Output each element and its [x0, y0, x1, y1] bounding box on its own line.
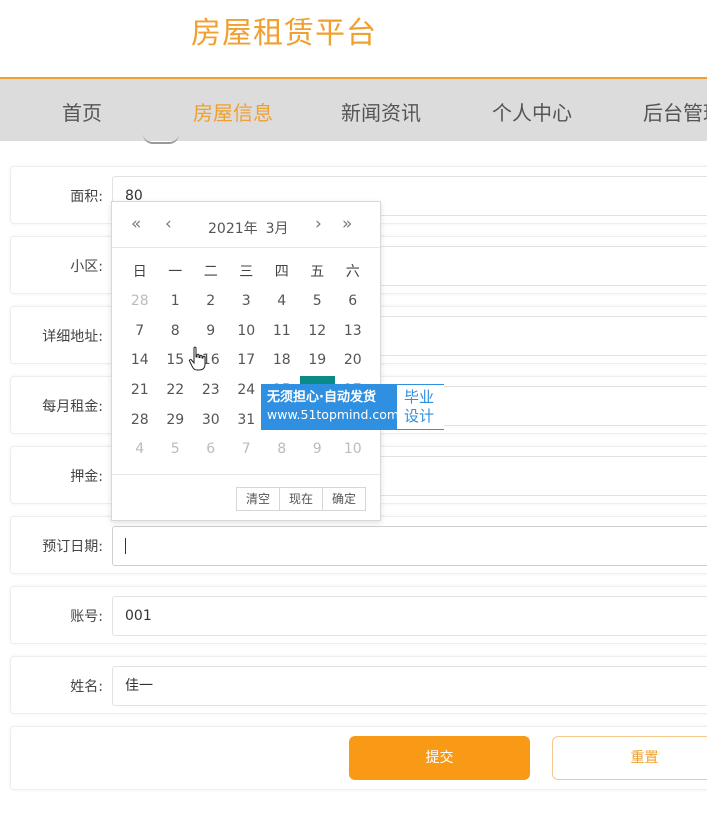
calendar-day[interactable]: 12	[300, 317, 336, 347]
calendar-day[interactable]: 24	[229, 376, 265, 406]
calendar-day[interactable]: 14	[122, 346, 158, 376]
calendar-day[interactable]: 5	[158, 435, 194, 465]
clear-button[interactable]: 清空	[236, 487, 280, 511]
calendar-day[interactable]: 7	[122, 317, 158, 347]
calendar-day[interactable]: 22	[158, 376, 194, 406]
watermark-line2: www.51topmind.com	[267, 407, 400, 422]
booking-date-input[interactable]	[112, 526, 707, 566]
nav-item-house-info[interactable]: 房屋信息	[193, 97, 273, 126]
address-label: 详细地址:	[42, 329, 103, 345]
monthly-rent-label: 每月租金:	[42, 399, 103, 415]
watermark-right-line1: 毕业	[404, 388, 435, 406]
next-year-button[interactable]: »	[342, 214, 352, 234]
reset-button[interactable]: 重置	[552, 736, 707, 780]
calendar-day[interactable]: 1	[158, 287, 194, 317]
site-title: 房屋租赁平台	[191, 16, 377, 51]
day-grid: 28 1 2 3 4 5 6 7 8 9 10 11 12 13 14 15 16 17 18 19 20 21 22 23 2…	[122, 287, 372, 465]
month-label[interactable]: 3月	[266, 221, 289, 237]
watermark-right-line2: 设计	[404, 407, 435, 425]
hand-cursor-icon	[188, 346, 206, 371]
calendar-day[interactable]: 21	[122, 376, 158, 406]
form-row-name: 姓名: 佳一	[10, 656, 707, 714]
calendar-day[interactable]: 10	[229, 317, 265, 347]
year-label[interactable]: 2021年	[208, 221, 258, 237]
calendar-day[interactable]: 7	[229, 435, 265, 465]
calendar-day[interactable]: 9	[300, 435, 336, 465]
year-month-label: 2021年 3月	[208, 218, 297, 238]
calendar-day[interactable]: 3	[229, 287, 265, 317]
main-nav: 首页 房屋信息 新闻资讯 个人中心 后台管理	[0, 77, 707, 141]
nav-item-news[interactable]: 新闻资讯	[341, 97, 421, 126]
calendar-day[interactable]: 8	[264, 435, 300, 465]
calendar-day[interactable]: 8	[158, 317, 194, 347]
date-picker-header: « ‹ 2021年 3月 › »	[112, 202, 380, 248]
area-label: 面积:	[70, 189, 103, 205]
calendar-day[interactable]: 10	[335, 435, 371, 465]
calendar-day[interactable]: 20	[335, 346, 371, 376]
calendar-day[interactable]: 19	[300, 346, 336, 376]
now-button[interactable]: 现在	[279, 487, 323, 511]
nav-item-home[interactable]: 首页	[62, 97, 102, 126]
calendar-day[interactable]: 6	[193, 435, 229, 465]
calendar-day[interactable]: 31	[229, 406, 265, 436]
weekday-header: 日一二三四五六	[122, 257, 372, 287]
calendar-day[interactable]: 29	[158, 406, 194, 436]
calendar-day[interactable]: 28	[122, 406, 158, 436]
account-label: 账号:	[70, 609, 103, 625]
weekday-label: 四	[274, 264, 289, 280]
weekday-label: 五	[310, 264, 325, 280]
calendar-day[interactable]: 30	[193, 406, 229, 436]
watermark-line1: 无须担心·自动发货	[267, 390, 376, 405]
calendar-day[interactable]: 28	[122, 287, 158, 317]
name-label: 姓名:	[70, 679, 103, 695]
calendar-day[interactable]: 2	[193, 287, 229, 317]
nav-item-user-center[interactable]: 个人中心	[492, 97, 572, 126]
next-month-button[interactable]: ›	[315, 214, 322, 234]
booking-date-label: 预订日期:	[42, 539, 103, 555]
calendar-day[interactable]: 4	[122, 435, 158, 465]
weekday-label: 三	[239, 264, 254, 280]
weekday-label: 一	[168, 264, 183, 280]
account-input[interactable]: 001	[112, 596, 707, 636]
watermark-banner: 无须担心·自动发货 www.51topmind.com 毕业 设计	[261, 384, 444, 430]
prev-year-button[interactable]: «	[131, 214, 141, 234]
text-caret	[125, 538, 126, 554]
name-input[interactable]: 佳一	[112, 666, 707, 706]
image-upload-edge	[143, 134, 179, 144]
form-row-booking-date: 预订日期:	[10, 516, 707, 574]
weekday-label: 二	[203, 264, 218, 280]
calendar-day[interactable]: 9	[193, 317, 229, 347]
nav-item-admin[interactable]: 后台管理	[643, 97, 707, 126]
community-label: 小区:	[70, 259, 103, 275]
calendar-grid: 日一二三四五六 28 1 2 3 4 5 6 7 8 9 10 11 12 13 14 15 16 17 18 19 2…	[122, 257, 372, 465]
calendar-day[interactable]: 18	[264, 346, 300, 376]
calendar-day[interactable]: 4	[264, 287, 300, 317]
calendar-day[interactable]: 13	[335, 317, 371, 347]
calendar-day[interactable]: 17	[229, 346, 265, 376]
calendar-day[interactable]: 23	[193, 376, 229, 406]
prev-month-button[interactable]: ‹	[165, 214, 172, 234]
weekday-label: 日	[132, 264, 147, 280]
calendar-day[interactable]: 6	[335, 287, 371, 317]
date-picker-footer: 清空 现在 确定	[112, 474, 380, 520]
deposit-label: 押金:	[70, 469, 103, 485]
calendar-day[interactable]: 11	[264, 317, 300, 347]
weekday-label: 六	[345, 264, 360, 280]
submit-button[interactable]: 提交	[349, 736, 530, 780]
calendar-day[interactable]: 5	[300, 287, 336, 317]
form-row-account: 账号: 001	[10, 586, 707, 644]
date-picker-popup: « ‹ 2021年 3月 › » 日一二三四五六 28 1 2 3 4 5 6 7 8 9 10 11 1…	[111, 201, 381, 521]
confirm-button[interactable]: 确定	[322, 487, 366, 511]
